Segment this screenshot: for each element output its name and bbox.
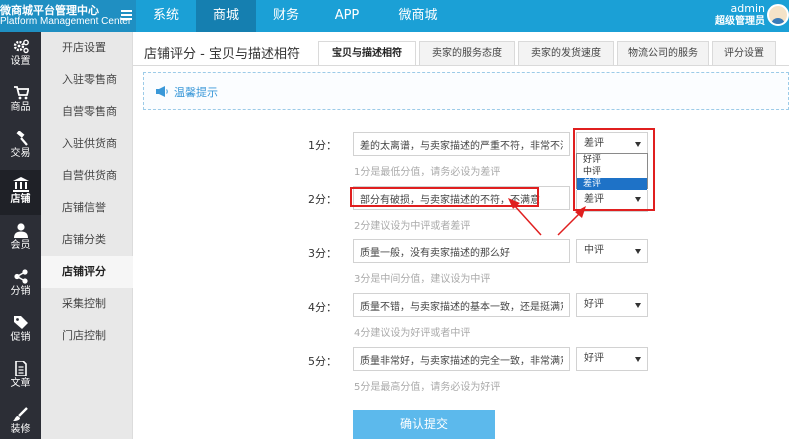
score-select-4[interactable]: 好评	[576, 293, 648, 317]
user-name: admin	[730, 2, 765, 15]
chevron-down-icon	[635, 357, 641, 362]
score-desc-input-1[interactable]	[353, 132, 570, 156]
left-icon-bar: 设置 商品 交易 店铺 会员 分销 促销 文章 装修	[0, 32, 41, 439]
leftbar-item-member[interactable]: 会员	[0, 216, 41, 261]
hamburger-menu-icon[interactable]	[121, 10, 132, 20]
chevron-down-icon	[635, 249, 641, 254]
sub-nav: 开店设置 入驻零售商 自营零售商 入驻供货商 自营供货商 店铺信誉 店铺分类 店…	[41, 32, 133, 439]
avatar[interactable]	[767, 4, 789, 26]
score-label-5: 5分：	[308, 355, 337, 368]
leftbar-item-trade[interactable]: 交易	[0, 124, 41, 169]
score-desc-input-3[interactable]	[353, 239, 570, 263]
score-select-5[interactable]: 好评	[576, 347, 648, 371]
leftbar-item-settings[interactable]: 设置	[0, 32, 41, 77]
tab-logistics-service[interactable]: 物流公司的服务	[617, 41, 709, 65]
top-bar: 微商城平台管理中心 Platform Management Center 系统 …	[0, 0, 789, 32]
annotation-arrow-line	[557, 211, 582, 236]
annotation-box-select	[573, 128, 655, 211]
cart-icon	[13, 86, 29, 100]
annotation-box-input	[350, 187, 539, 207]
score-select-value: 好评	[584, 299, 604, 310]
subnav-item-shop-category[interactable]: 店铺分类	[41, 224, 133, 256]
score-label-4: 4分：	[308, 301, 337, 314]
page-title: 店铺评分 - 宝贝与描述相符	[144, 47, 300, 62]
score-label-3: 3分：	[308, 247, 337, 260]
score-desc-input-5[interactable]	[353, 347, 570, 371]
subnav-item-self-retailer[interactable]: 自营零售商	[41, 96, 133, 128]
topnav-item-wechat-mall[interactable]: 微商城	[378, 0, 458, 32]
leftbar-label: 会员	[10, 240, 31, 251]
notice-text: 温馨提示	[174, 86, 218, 99]
document-icon	[14, 361, 27, 376]
leftbar-item-distribution[interactable]: 分销	[0, 262, 41, 307]
notice-box: 温馨提示	[143, 72, 789, 110]
subnav-item-settled-supplier[interactable]: 入驻供货商	[41, 128, 133, 160]
topnav-item-system[interactable]: 系统	[136, 0, 196, 32]
score-hint-5: 5分是最高分值，请务必设为好评	[354, 382, 501, 393]
leftbar-item-article[interactable]: 文章	[0, 354, 41, 399]
leftbar-label: 促销	[10, 332, 31, 343]
leftbar-item-promotion[interactable]: 促销	[0, 308, 41, 353]
tab-shipping-speed[interactable]: 卖家的发货速度	[518, 41, 614, 65]
share-icon	[13, 269, 28, 284]
leftbar-label: 分销	[10, 286, 31, 297]
score-label-2: 2分：	[308, 193, 337, 206]
tab-rating-settings[interactable]: 评分设置	[712, 41, 776, 65]
subnav-item-store-control[interactable]: 门店控制	[41, 320, 133, 352]
leftbar-label: 店铺	[10, 194, 31, 205]
megaphone-icon	[156, 86, 168, 97]
score-select-3[interactable]: 中评	[576, 239, 648, 263]
subnav-item-collect-control[interactable]: 采集控制	[41, 288, 133, 320]
leftbar-label: 交易	[10, 148, 31, 159]
user-info[interactable]: admin 超级管理员	[715, 3, 765, 28]
tab-item-description[interactable]: 宝贝与描述相符	[318, 41, 416, 65]
main-content: 店铺评分 - 宝贝与描述相符 宝贝与描述相符 卖家的服务态度 卖家的发货速度 物…	[133, 32, 789, 439]
subnav-item-settled-retailer[interactable]: 入驻零售商	[41, 64, 133, 96]
leftbar-item-shop[interactable]: 店铺	[0, 170, 41, 215]
leftbar-label: 装修	[10, 424, 31, 435]
brand: 微商城平台管理中心 Platform Management Center	[0, 0, 136, 32]
leftbar-item-goods[interactable]: 商品	[0, 78, 41, 123]
leftbar-item-decoration[interactable]: 装修	[0, 400, 41, 439]
score-hint-3: 3分是中间分值，建议设为中评	[354, 274, 491, 285]
chevron-down-icon	[635, 303, 641, 308]
user-icon	[13, 223, 28, 238]
score-select-value: 中评	[584, 245, 604, 256]
tab-bar: 宝贝与描述相符 卖家的服务态度 卖家的发货速度 物流公司的服务 评分设置	[318, 41, 779, 65]
brand-title-en: Platform Management Center	[0, 16, 132, 27]
subnav-item-self-supplier[interactable]: 自营供货商	[41, 160, 133, 192]
subnav-item-shop-setup[interactable]: 开店设置	[41, 32, 133, 64]
score-desc-input-4[interactable]	[353, 293, 570, 317]
leftbar-label: 文章	[10, 378, 31, 389]
leftbar-label: 商品	[10, 102, 31, 113]
gavel-icon	[16, 131, 28, 146]
topnav-item-app[interactable]: APP	[316, 0, 378, 32]
gears-icon	[13, 39, 29, 54]
score-hint-2: 2分建议设为中评或者差评	[354, 221, 471, 232]
topnav-item-mall[interactable]: 商城	[196, 0, 256, 32]
submit-button[interactable]: 确认提交	[353, 410, 495, 439]
top-nav: 系统 商城 财务 APP 微商城	[136, 0, 458, 32]
tab-seller-service[interactable]: 卖家的服务态度	[419, 41, 515, 65]
subnav-item-shop-rating[interactable]: 店铺评分	[41, 256, 133, 288]
score-hint-1: 1分是最低分值，请务必设为差评	[354, 167, 501, 178]
topnav-item-finance[interactable]: 财务	[256, 0, 316, 32]
tag-icon	[13, 316, 28, 329]
leftbar-label: 设置	[10, 56, 31, 67]
brush-icon	[12, 407, 28, 421]
score-select-value: 好评	[584, 353, 604, 364]
user-role: 超级管理员	[715, 16, 765, 27]
score-label-1: 1分：	[308, 139, 337, 152]
tabs-divider	[133, 65, 789, 66]
bank-icon	[12, 177, 29, 192]
subnav-item-shop-credit[interactable]: 店铺信誉	[41, 192, 133, 224]
score-hint-4: 4分建议设为好评或者中评	[354, 328, 471, 339]
